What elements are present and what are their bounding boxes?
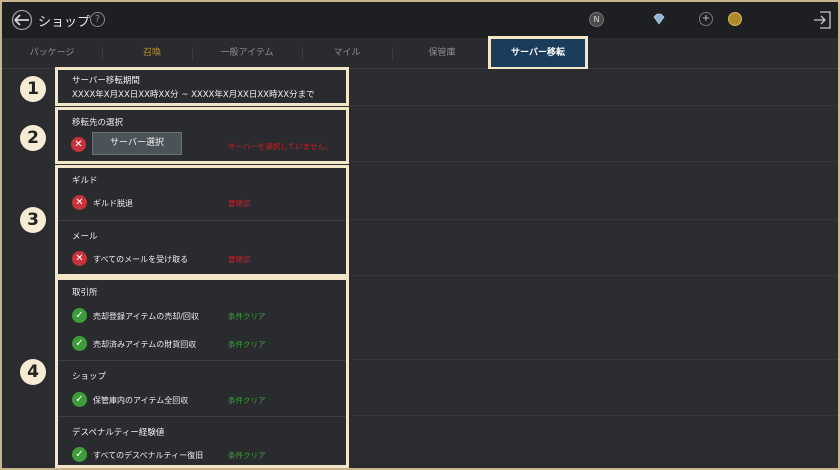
app-frame: ショップ ? N + パッケージ 召喚 一般アイテム マイル 保管庫 サーバー移… bbox=[2, 2, 838, 468]
diamond-icon bbox=[653, 13, 665, 25]
tab-package[interactable]: パッケージ bbox=[2, 38, 102, 68]
exchange-label: 取引所 bbox=[72, 288, 98, 298]
step-number-1: 1 bbox=[20, 76, 46, 102]
mail-item: すべてのメールを受け取る bbox=[93, 255, 189, 264]
check-icon: ✓ bbox=[72, 308, 87, 323]
death-penalty-status: 条件クリア bbox=[228, 451, 266, 460]
exchange-item: 売却済みアイテムの財貨回収 bbox=[93, 340, 197, 349]
destination-status: サーバーを選択していません。 bbox=[228, 142, 333, 151]
tab-mile[interactable]: マイル bbox=[302, 38, 392, 68]
currency-n-icon: N bbox=[589, 12, 604, 27]
death-penalty-label: デスペナルティー経験値 bbox=[72, 428, 165, 438]
row-line bbox=[342, 161, 838, 162]
gold-coin-icon bbox=[728, 12, 742, 26]
check-icon: ✓ bbox=[72, 336, 87, 351]
row-line bbox=[342, 359, 838, 360]
row-line bbox=[342, 219, 838, 220]
mail-label: メール bbox=[72, 232, 98, 242]
period-label: サーバー移転期間 bbox=[72, 76, 140, 86]
row-line bbox=[342, 105, 838, 106]
exchange-item: 売却登録アイテムの売却/回収 bbox=[93, 312, 199, 321]
divider bbox=[58, 220, 346, 221]
check-icon: ✓ bbox=[72, 447, 87, 462]
tab-storage[interactable]: 保管庫 bbox=[392, 38, 492, 68]
shop-label: ショップ bbox=[72, 372, 107, 382]
server-select-button[interactable]: サーバー選択 bbox=[92, 132, 182, 155]
error-x-icon: ✕ bbox=[72, 251, 87, 266]
header-bar: ショップ ? N + bbox=[2, 2, 838, 38]
exit-icon[interactable] bbox=[812, 10, 832, 30]
row-line bbox=[342, 275, 838, 276]
shop-status: 条件クリア bbox=[228, 396, 266, 405]
divider bbox=[58, 416, 346, 417]
step-number-3: 3 bbox=[20, 207, 46, 233]
exchange-status: 条件クリア bbox=[228, 312, 266, 321]
check-icon: ✓ bbox=[72, 392, 87, 407]
shop-item: 保管庫内のアイテム全回収 bbox=[93, 396, 189, 405]
step-number-4: 4 bbox=[20, 359, 46, 385]
tab-summon[interactable]: 召喚 bbox=[102, 38, 202, 68]
destination-label: 移転先の選択 bbox=[72, 118, 124, 128]
destination-box: 移転先の選択 ✕ サーバー選択 サーバーを選択していません。 bbox=[55, 107, 349, 164]
add-currency-button[interactable]: + bbox=[699, 12, 713, 26]
row-line bbox=[342, 415, 838, 416]
tab-server-transfer[interactable]: サーバー移転 bbox=[488, 36, 588, 70]
help-icon[interactable]: ? bbox=[90, 12, 105, 27]
error-x-icon: ✕ bbox=[72, 195, 87, 210]
guild-status: 要確認 bbox=[228, 199, 251, 208]
period-box: サーバー移転期間 XXXX年X月XX日XX時XX分 ~ XXXX年X月XX日XX… bbox=[55, 67, 349, 106]
tab-general-items[interactable]: 一般アイテム bbox=[192, 38, 302, 68]
error-x-icon: ✕ bbox=[71, 137, 86, 152]
tab-bar: パッケージ 召喚 一般アイテム マイル 保管庫 サーバー移転 bbox=[2, 36, 838, 70]
death-penalty-item: すべてのデスペナルティー復旧 bbox=[93, 451, 204, 460]
guild-label: ギルド bbox=[72, 176, 98, 186]
page-title: ショップ bbox=[38, 15, 91, 30]
divider bbox=[58, 360, 346, 361]
period-value: XXXX年X月XX日XX時XX分 ~ XXXX年X月XX日XX時XX分まで bbox=[72, 90, 315, 100]
back-arrow-icon[interactable] bbox=[10, 9, 34, 31]
conditions-box: 取引所 ✓ 売却登録アイテムの売却/回収 条件クリア ✓ 売却済みアイテムの財貨… bbox=[55, 277, 349, 468]
content-area: 1 2 3 4 サーバー移転期間 XXXX年X月XX日XX時XX分 ~ XXXX… bbox=[2, 67, 838, 468]
guild-item: ギルド脱退 bbox=[93, 199, 133, 208]
mail-status: 要確認 bbox=[228, 255, 251, 264]
guild-mail-box: ギルド ✕ ギルド脱退 要確認 メール ✕ すべてのメールを受け取る 要確認 bbox=[55, 165, 349, 277]
exchange-status: 条件クリア bbox=[228, 340, 266, 349]
step-number-2: 2 bbox=[20, 125, 46, 151]
